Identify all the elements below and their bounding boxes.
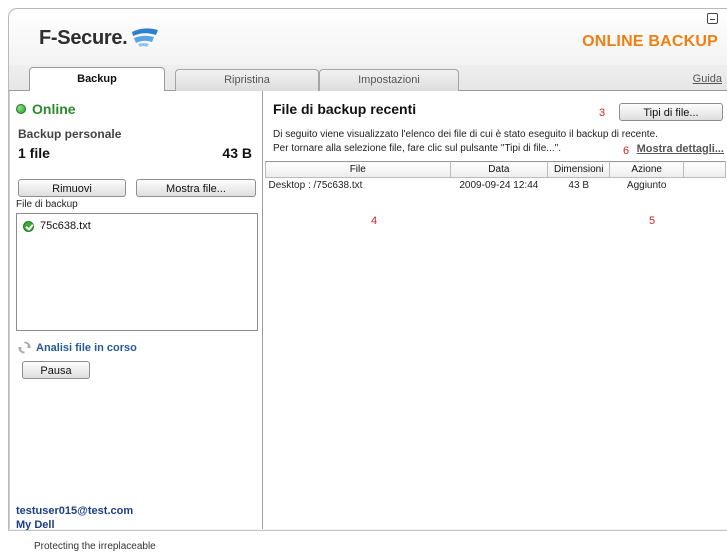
status-text: Online [32, 101, 76, 117]
cell-size: 43 B [568, 180, 589, 192]
footer-tagline: Protecting the irreplaceable [34, 541, 156, 552]
logo-text: F-Secure. [39, 27, 128, 49]
file-types-button[interactable]: Tipi di file... [619, 103, 723, 121]
cell-date: 2009-09-24 12:44 [459, 180, 539, 192]
header: F-Secure. ONLINE BACKUP [9, 9, 727, 65]
column-header-action[interactable]: Azione [609, 161, 685, 178]
divider [8, 530, 727, 531]
description-line-1: Di seguito viene visualizzato l'elenco d… [273, 129, 658, 140]
help-link[interactable]: Guida [693, 73, 722, 85]
online-status-icon [16, 104, 26, 114]
page-title: File di backup recenti [273, 101, 417, 117]
logo: F-Secure. [39, 27, 160, 50]
table-row[interactable]: Desktop : /75c638.txt 2009-09-24 12:44 4… [266, 178, 726, 194]
product-title: ONLINE BACKUP [582, 33, 718, 50]
cell-filler [684, 178, 726, 194]
minimize-icon[interactable] [707, 13, 718, 24]
recent-files-table: File Data Dimensioni Azione Desktop : /7… [265, 161, 726, 194]
status-row: Online [16, 101, 76, 117]
show-files-button[interactable]: Mostra file... [136, 179, 256, 197]
marker-4: 4 [371, 215, 378, 227]
tab-backup[interactable]: Backup [29, 67, 165, 91]
refresh-icon [18, 341, 31, 354]
section-label: Backup personale [18, 127, 122, 141]
main-panel: File di backup recenti 3 Tipi di file...… [263, 91, 727, 529]
tab-ripristina[interactable]: Ripristina [175, 69, 319, 91]
analysis-status: Analisi file in corso [18, 341, 137, 354]
file-name: 75c638.txt [40, 220, 91, 232]
table-header-row: File Data Dimensioni Azione [265, 161, 726, 178]
f-secure-logo-icon [132, 27, 159, 47]
backup-files-label: File di backup [16, 199, 78, 210]
total-size: 43 B [222, 145, 252, 161]
tab-impostazioni[interactable]: Impostazioni [319, 69, 459, 91]
marker-5: 5 [649, 215, 656, 227]
tab-bar: Backup Ripristina Impostazioni Guida [9, 65, 727, 91]
show-details-link[interactable]: Mostra dettagli... [637, 143, 724, 155]
left-panel: Online Backup personale 1 file 43 B Rimu… [9, 91, 263, 531]
marker-6: 6 [623, 145, 630, 157]
column-header-filler [683, 161, 726, 178]
backup-file-list[interactable]: 75c638.txt [16, 213, 258, 331]
cell-file: Desktop : /75c638.txt [268, 180, 363, 192]
pause-button[interactable]: Pausa [22, 361, 90, 379]
list-item[interactable]: 75c638.txt [23, 220, 91, 232]
description-line-2: Per tornare alla selezione file, fare cl… [273, 143, 561, 154]
column-header-file[interactable]: File [265, 161, 451, 178]
remove-button[interactable]: Rimuovi [18, 179, 126, 197]
column-header-size[interactable]: Dimensioni [547, 161, 611, 178]
cell-action: Aggiunto [626, 180, 667, 192]
column-header-date[interactable]: Data [449, 161, 549, 178]
check-icon [23, 220, 34, 232]
analysis-text: Analisi file in corso [36, 341, 137, 354]
file-count: 1 file [18, 145, 50, 161]
user-email: testuser015@test.com [16, 505, 134, 517]
marker-3: 3 [599, 107, 606, 119]
app-window: F-Secure. ONLINE BACKUP Backup Ripristin… [8, 8, 727, 531]
